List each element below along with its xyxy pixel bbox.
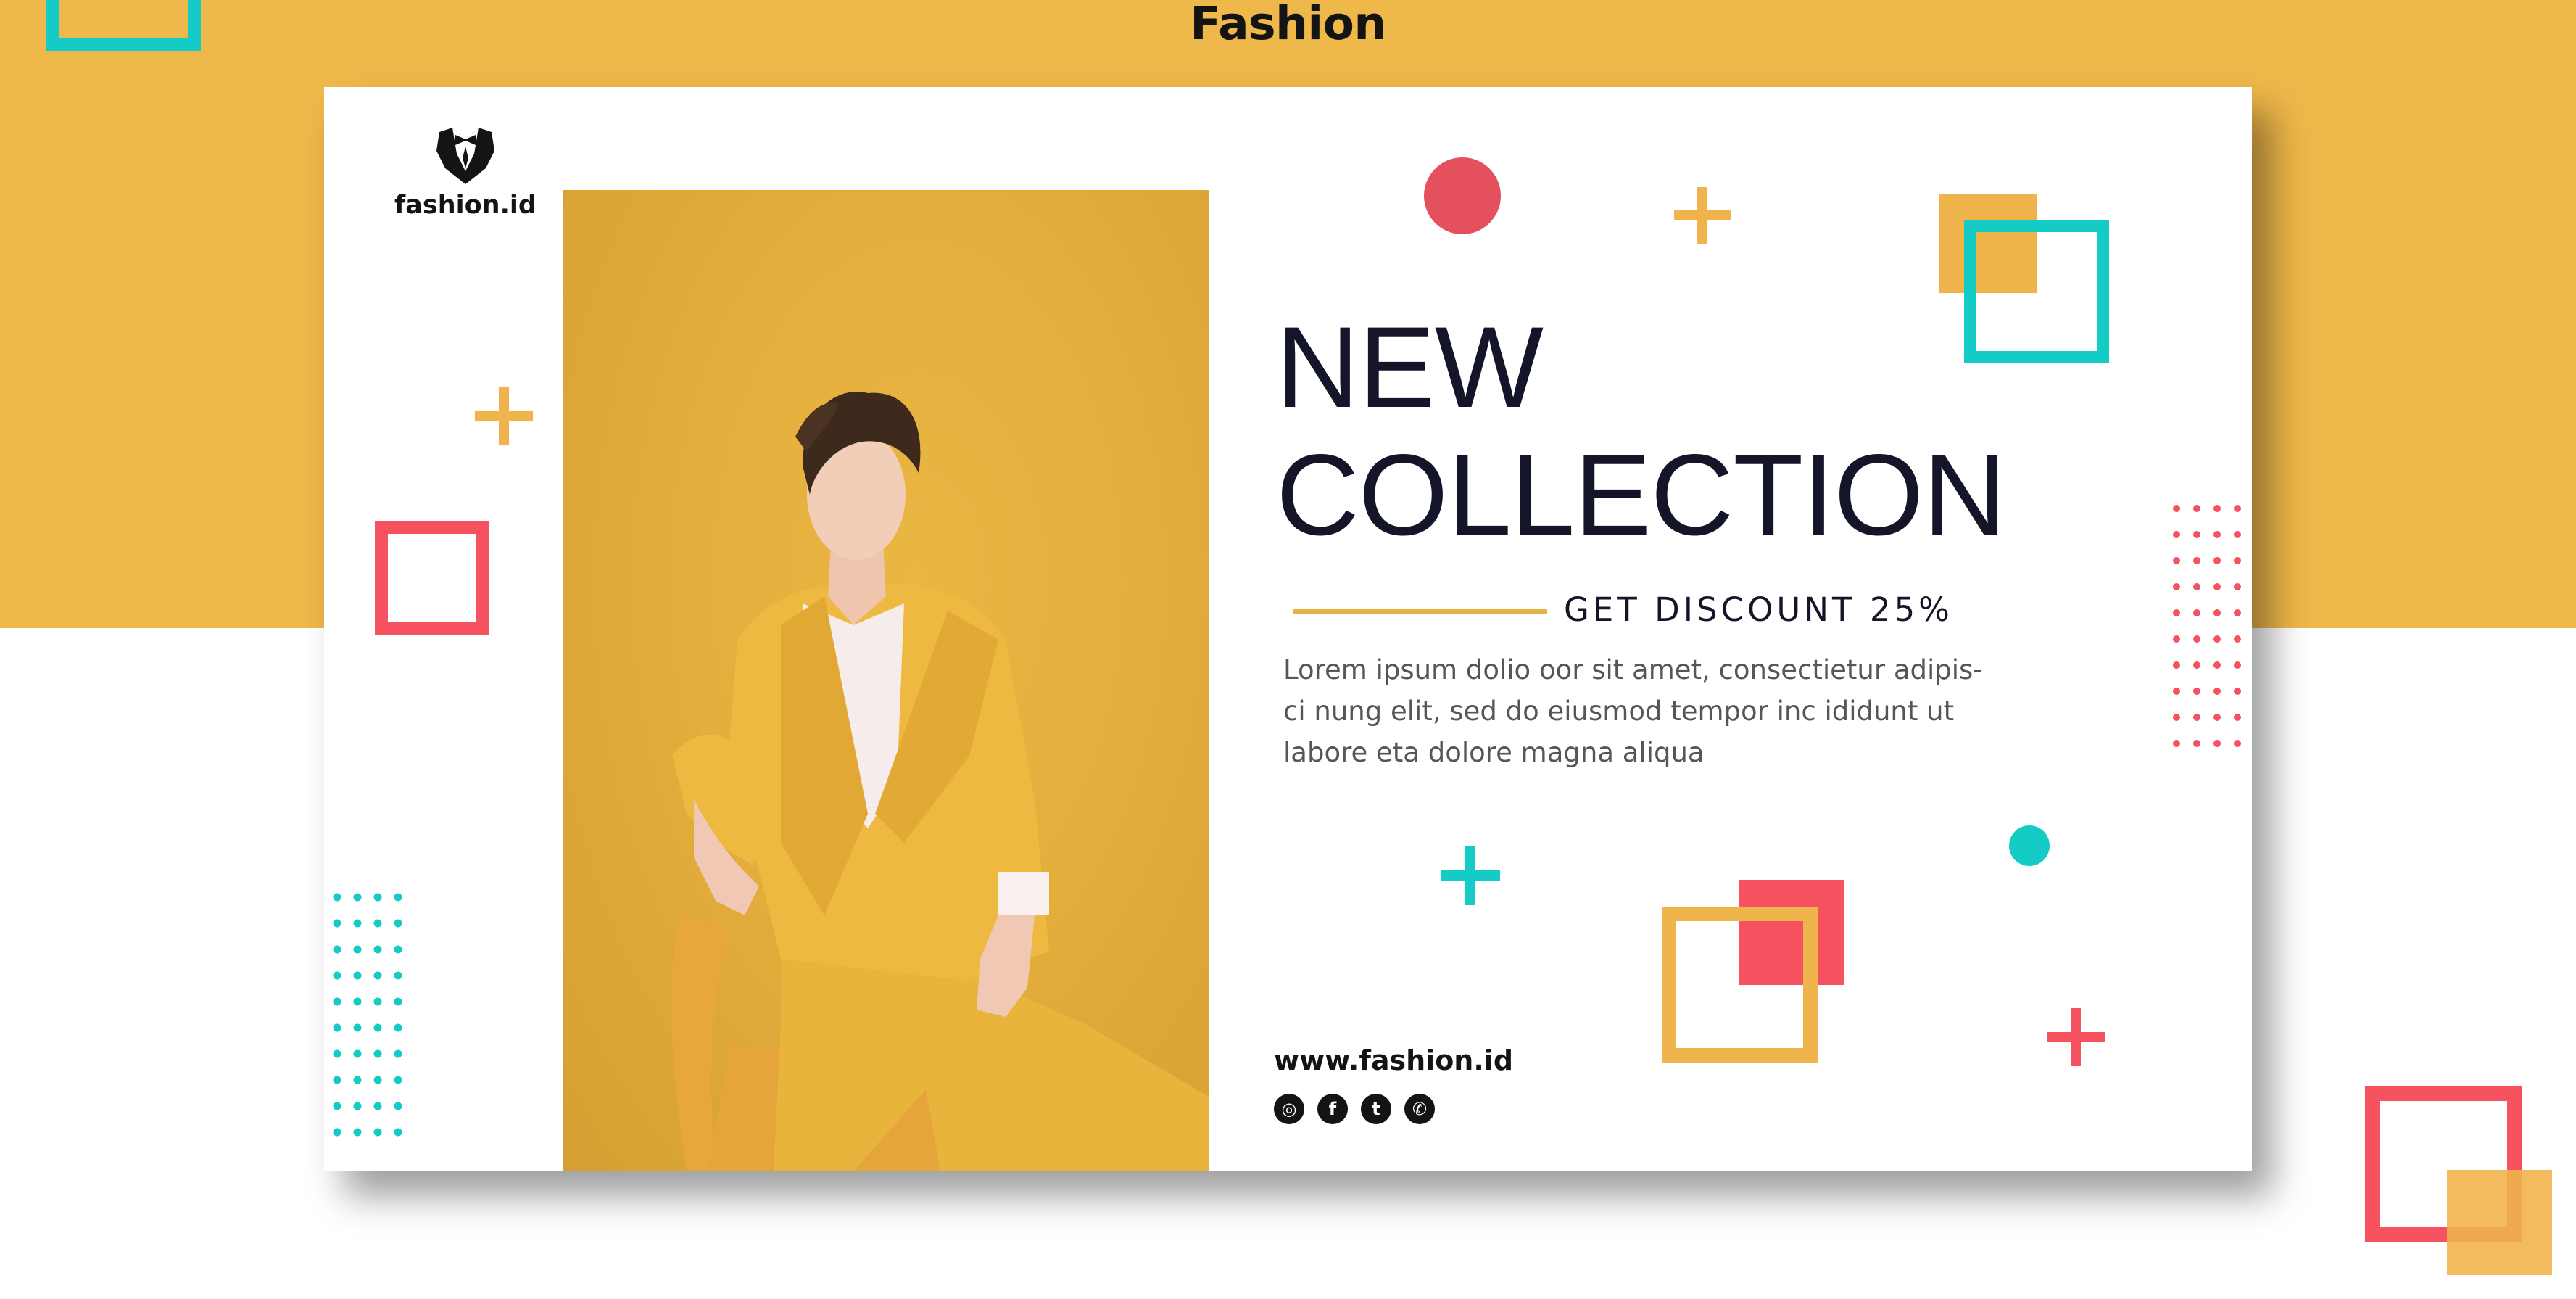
decor-teal-dot-grid-left [333, 893, 402, 1137]
decor-red-square-frame-left [375, 521, 489, 635]
decor-yellow-square-frame-bottom [1662, 907, 1818, 1063]
facebook-icon[interactable]: f [1317, 1094, 1348, 1124]
decor-red-dot-grid-right [2173, 505, 2241, 747]
logo-text: fashion.id [394, 191, 537, 220]
social-icons: ◎ f t ✆ [1274, 1094, 1435, 1124]
page-title: Fashion [1190, 0, 1386, 50]
headline: NEW COLLECTION [1276, 302, 2006, 559]
decor-red-plus [2047, 1008, 2105, 1066]
decor-yellow-plus-top [1674, 187, 1731, 244]
decor-teal-circle [2009, 825, 2050, 866]
whatsapp-glyph: ✆ [1412, 1099, 1428, 1119]
whatsapp-icon[interactable]: ✆ [1404, 1094, 1435, 1124]
website-link[interactable]: www.fashion.id [1274, 1044, 1513, 1076]
brand-logo[interactable]: fashion.id [375, 125, 556, 220]
twitter-glyph: t [1372, 1099, 1380, 1119]
decor-red-circle [1424, 157, 1501, 234]
discount-text: GET DISCOUNT 25% [1564, 590, 1953, 629]
description-line-3: labore eta dolore magna aliqua [1283, 737, 1705, 768]
model-photo [563, 190, 1209, 1171]
facebook-glyph: f [1328, 1099, 1337, 1119]
instagram-glyph: ◎ [1281, 1099, 1297, 1119]
description-line-1: Lorem ipsum dolio oor sit amet, consecti… [1283, 654, 1983, 685]
twitter-icon[interactable]: t [1361, 1094, 1391, 1124]
headline-line-1: NEW [1276, 302, 1544, 432]
decor-teal-plus [1441, 846, 1500, 905]
description: Lorem ipsum dolio oor sit amet, consecti… [1283, 649, 2016, 773]
description-line-2: ci nung elit, sed do eiusmod tempor inc … [1283, 696, 1955, 727]
tuxedo-icon [436, 128, 494, 184]
model-illustration [671, 392, 1209, 1171]
promo-banner: fashion.id NEW COLLECTION GET DISCOUNT 2… [324, 87, 2252, 1171]
instagram-icon[interactable]: ◎ [1274, 1094, 1304, 1124]
decor-yellow-square-bottom-right [2447, 1170, 2552, 1275]
headline-line-2: COLLECTION [1276, 430, 2006, 559]
decor-yellow-plus-left [475, 387, 533, 445]
discount-divider [1293, 609, 1547, 614]
